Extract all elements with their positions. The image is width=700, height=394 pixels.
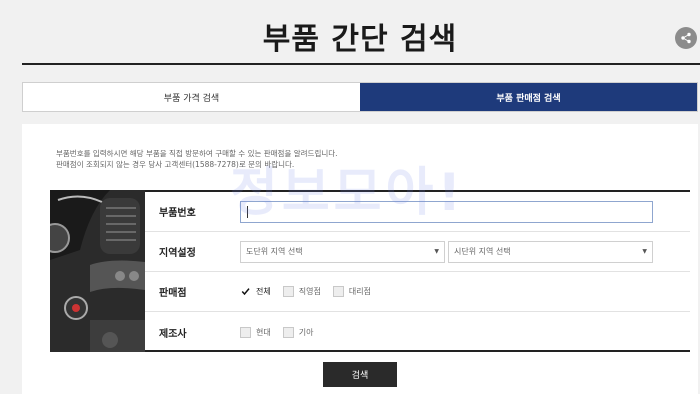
tab-bar: 부품 가격 검색 부품 판매점 검색 bbox=[22, 82, 698, 112]
store-agency-label: 대리점 bbox=[348, 287, 371, 296]
search-button[interactable]: 검색 bbox=[323, 362, 397, 387]
region-row: 지역설정 도단위 지역 선택 ▼ 시단위 지역 선택 ▼ bbox=[145, 232, 690, 272]
store-label: 판매점 bbox=[159, 288, 187, 299]
city-select[interactable]: 시단위 지역 선택 ▼ bbox=[448, 240, 653, 263]
watermark: 정보모아! bbox=[230, 163, 466, 223]
page-title: 부품 간단 검색 bbox=[262, 22, 458, 57]
store-row: 판매점 전체 직영점 대리점 bbox=[145, 272, 690, 312]
maker-hyundai-checkbox[interactable]: 현대 bbox=[240, 326, 271, 338]
share-button[interactable] bbox=[675, 27, 697, 49]
check-icon bbox=[241, 288, 250, 296]
city-select-text: 시단위 지역 선택 bbox=[454, 247, 511, 256]
part-number-label: 부품번호 bbox=[159, 208, 196, 219]
province-select-text: 도단위 지역 선택 bbox=[246, 247, 303, 256]
tab-store-search[interactable]: 부품 판매점 검색 bbox=[360, 83, 697, 111]
maker-hyundai-label: 현대 bbox=[256, 327, 271, 337]
share-icon bbox=[681, 32, 691, 44]
checkbox-box bbox=[240, 326, 251, 338]
checkbox-box bbox=[240, 286, 251, 297]
chevron-down-icon: ▼ bbox=[642, 248, 647, 255]
store-agency-checkbox[interactable]: 대리점 bbox=[332, 286, 371, 297]
checkbox-box bbox=[282, 326, 294, 338]
store-direct-checkbox[interactable]: 직영점 bbox=[282, 286, 321, 297]
chevron-down-icon: ▼ bbox=[434, 248, 439, 255]
maker-label: 제조사 bbox=[159, 328, 187, 340]
maker-row: 제조사 현대 기아 bbox=[145, 312, 690, 352]
store-all-label: 전체 bbox=[256, 287, 271, 296]
store-all-checkbox[interactable]: 전체 bbox=[240, 286, 271, 297]
maker-kia-checkbox[interactable]: 기아 bbox=[282, 326, 314, 338]
store-direct-label: 직영점 bbox=[298, 287, 321, 296]
province-select[interactable]: 도단위 지역 선택 ▼ bbox=[240, 240, 445, 263]
title-divider bbox=[22, 63, 700, 65]
region-label: 지역설정 bbox=[159, 248, 196, 259]
tab-price-search[interactable]: 부품 가격 검색 bbox=[23, 83, 360, 111]
maker-kia-label: 기아 bbox=[298, 327, 314, 337]
car-interior-image bbox=[50, 190, 145, 352]
checkbox-box bbox=[282, 286, 294, 297]
checkbox-box bbox=[332, 286, 344, 297]
form-bottom-rule bbox=[145, 350, 690, 352]
